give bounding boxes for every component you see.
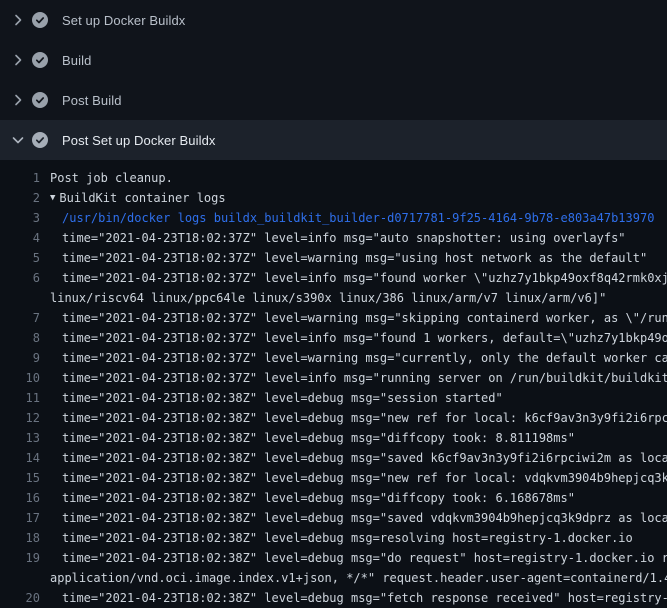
- log-line: 19 time="2021-04-23T18:02:38Z" level=debu…: [0, 548, 667, 568]
- log-text: linux/riscv64 linux/ppc64le linux/s390x …: [50, 288, 667, 308]
- log-line-number[interactable]: 14: [0, 448, 40, 468]
- log-line-number[interactable]: 20: [0, 588, 40, 608]
- log-line: 13 time="2021-04-23T18:02:38Z" level=debu…: [0, 428, 667, 448]
- log-line: linux/riscv64 linux/ppc64le linux/s390x …: [0, 288, 667, 308]
- step-label: Build: [62, 53, 91, 68]
- log-line: 20 time="2021-04-23T18:02:38Z" level=debu…: [0, 588, 667, 608]
- log-line-number[interactable]: 5: [0, 248, 40, 268]
- check-circle-icon: [32, 52, 48, 68]
- log-text: application/vnd.oci.image.index.v1+json,…: [50, 568, 667, 588]
- log-line: 4 time="2021-04-23T18:02:37Z" level=info …: [0, 228, 667, 248]
- log-line-number[interactable]: 4: [0, 228, 40, 248]
- log-text: time="2021-04-23T18:02:37Z" level=warnin…: [62, 248, 667, 268]
- log-line-number[interactable]: 12: [0, 408, 40, 428]
- step-label: Post Set up Docker Buildx: [62, 133, 216, 148]
- log-line-number[interactable]: 2: [0, 188, 40, 208]
- log-line-number[interactable]: 1: [0, 168, 40, 188]
- log-line-number[interactable]: 16: [0, 488, 40, 508]
- log-line: 12 time="2021-04-23T18:02:38Z" level=debu…: [0, 408, 667, 428]
- log-text: time="2021-04-23T18:02:37Z" level=warnin…: [62, 308, 667, 328]
- log-text: time="2021-04-23T18:02:38Z" level=debug …: [62, 468, 667, 488]
- log-line-number[interactable]: 10: [0, 368, 40, 388]
- log-text: time="2021-04-23T18:02:37Z" level=info m…: [62, 268, 667, 288]
- log-text: time="2021-04-23T18:02:38Z" level=debug …: [62, 488, 667, 508]
- step-header-set-up-docker-buildx[interactable]: Set up Docker Buildx: [0, 0, 667, 40]
- log-line: 5 time="2021-04-23T18:02:37Z" level=warni…: [0, 248, 667, 268]
- log-line-number[interactable]: 8: [0, 328, 40, 348]
- log-text: time="2021-04-23T18:02:38Z" level=debug …: [62, 588, 667, 608]
- log-text: time="2021-04-23T18:02:38Z" level=debug …: [62, 428, 667, 448]
- log-line: 11 time="2021-04-23T18:02:38Z" level=debu…: [0, 388, 667, 408]
- log-text: time="2021-04-23T18:02:37Z" level=warnin…: [62, 348, 667, 368]
- log-line-number[interactable]: 17: [0, 508, 40, 528]
- log-line: 18 time="2021-04-23T18:02:38Z" level=debu…: [0, 528, 667, 548]
- log-line: 10 time="2021-04-23T18:02:37Z" level=info…: [0, 368, 667, 388]
- step-list: Set up Docker Buildx Build Post Build Po…: [0, 0, 667, 160]
- chevron-right-icon[interactable]: [10, 12, 26, 28]
- log-viewer: 1 Post job cleanup. 2 ▼BuildKit container l…: [0, 160, 667, 600]
- step-label: Set up Docker Buildx: [62, 13, 185, 28]
- step-header-post-build[interactable]: Post Build: [0, 80, 667, 120]
- log-line: 1 Post job cleanup.: [0, 168, 667, 188]
- log-line-number[interactable]: 7: [0, 308, 40, 328]
- step-header-build[interactable]: Build: [0, 40, 667, 80]
- log-text: Post job cleanup.: [50, 168, 667, 188]
- log-line-number[interactable]: 11: [0, 388, 40, 408]
- log-line-number[interactable]: 19: [0, 548, 40, 568]
- log-line: 6 time="2021-04-23T18:02:37Z" level=info …: [0, 268, 667, 288]
- log-line-number[interactable]: 9: [0, 348, 40, 368]
- log-text: time="2021-04-23T18:02:38Z" level=debug …: [62, 508, 667, 528]
- log-line: 3/usr/bin/docker logs buildx_buildkit_bu…: [0, 208, 667, 228]
- log-line-number[interactable]: 15: [0, 468, 40, 488]
- log-line: 7 time="2021-04-23T18:02:37Z" level=warni…: [0, 308, 667, 328]
- chevron-down-icon[interactable]: [10, 132, 26, 148]
- log-text: time="2021-04-23T18:02:38Z" level=debug …: [62, 408, 667, 428]
- log-line-number[interactable]: 18: [0, 528, 40, 548]
- check-circle-icon: [32, 12, 48, 28]
- log-text: time="2021-04-23T18:02:38Z" level=debug …: [62, 528, 667, 548]
- log-line: application/vnd.oci.image.index.v1+json,…: [0, 568, 667, 588]
- log-text: time="2021-04-23T18:02:38Z" level=debug …: [62, 548, 667, 568]
- step-header-post-set-up-docker-buildx[interactable]: Post Set up Docker Buildx: [0, 120, 667, 160]
- log-command-text: /usr/bin/docker logs buildx_buildkit_bui…: [62, 208, 667, 228]
- log-line: 15 time="2021-04-23T18:02:38Z" level=debu…: [0, 468, 667, 488]
- log-line: 16 time="2021-04-23T18:02:38Z" level=debu…: [0, 488, 667, 508]
- log-line-number[interactable]: 6: [0, 268, 40, 288]
- chevron-right-icon[interactable]: [10, 52, 26, 68]
- log-line-number[interactable]: [0, 568, 40, 588]
- log-text: BuildKit container logs: [59, 188, 667, 208]
- log-line-number[interactable]: [0, 288, 40, 308]
- log-line-number[interactable]: 3: [0, 208, 40, 228]
- log-line: 14 time="2021-04-23T18:02:38Z" level=debu…: [0, 448, 667, 468]
- log-text: time="2021-04-23T18:02:38Z" level=debug …: [62, 388, 667, 408]
- check-circle-icon: [32, 92, 48, 108]
- log-line: 17 time="2021-04-23T18:02:38Z" level=debu…: [0, 508, 667, 528]
- log-text: time="2021-04-23T18:02:37Z" level=info m…: [62, 228, 667, 248]
- log-text: time="2021-04-23T18:02:37Z" level=info m…: [62, 368, 667, 388]
- log-line: 8 time="2021-04-23T18:02:37Z" level=info …: [0, 328, 667, 348]
- log-text: time="2021-04-23T18:02:37Z" level=info m…: [62, 328, 667, 348]
- log-group-toggle-icon[interactable]: ▼: [50, 188, 55, 208]
- log-text: time="2021-04-23T18:02:38Z" level=debug …: [62, 448, 667, 468]
- step-label: Post Build: [62, 93, 122, 108]
- check-circle-icon: [32, 132, 48, 148]
- chevron-right-icon[interactable]: [10, 92, 26, 108]
- log-line-number[interactable]: 13: [0, 428, 40, 448]
- log-line: 9 time="2021-04-23T18:02:37Z" level=warni…: [0, 348, 667, 368]
- log-line: 2 ▼BuildKit container logs: [0, 188, 667, 208]
